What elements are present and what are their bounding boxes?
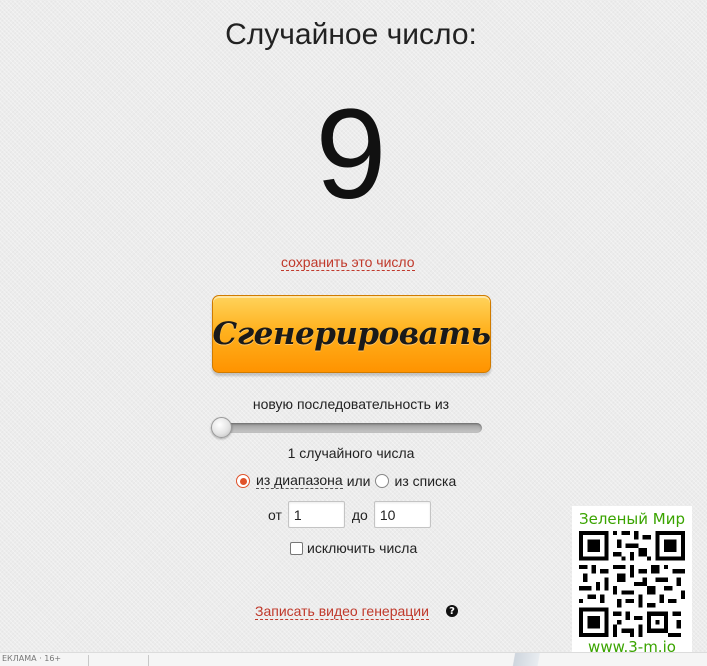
range-option-label[interactable]: из диапазона (256, 473, 343, 489)
help-icon[interactable]: ? (446, 605, 458, 617)
save-number-link[interactable]: сохранить это число (281, 255, 415, 271)
sequence-label: новую последовательность из (252, 396, 450, 412)
exclude-label[interactable]: исключить числа (307, 540, 417, 556)
exclude-option: исключить числа (290, 540, 417, 556)
count-slider-handle[interactable] (211, 417, 232, 438)
promo-title: Зеленый Мир (578, 510, 686, 528)
random-number: 9 (315, 83, 387, 226)
qr-code-icon (579, 531, 685, 637)
list-radio[interactable] (374, 474, 389, 488)
count-label: 1 случайного числа (287, 445, 415, 461)
from-label: от (268, 506, 282, 523)
generate-button[interactable]: Сгенерировать (212, 295, 491, 373)
ad-divider (88, 655, 89, 666)
from-input[interactable] (287, 501, 345, 528)
ad-label: ЕКЛАМА · 16+ (2, 654, 62, 663)
exclude-checkbox[interactable] (290, 541, 303, 555)
or-label: или (346, 473, 371, 489)
range-inputs: от до (268, 501, 431, 528)
to-label: до (351, 506, 368, 523)
to-input[interactable] (373, 501, 431, 528)
range-radio[interactable] (236, 474, 250, 488)
ad-strip[interactable]: ЕКЛАМА · 16+ (0, 652, 707, 666)
record-video-link[interactable]: Записать видео генерации (255, 604, 429, 620)
promo-banner[interactable]: Зеленый Мир www.3-m.io (572, 506, 692, 660)
ad-divider (148, 655, 149, 666)
ad-graphic (490, 653, 570, 666)
count-slider-track[interactable] (216, 423, 482, 433)
list-option-label[interactable]: из списка (395, 473, 457, 489)
result-title: Случайное число: (225, 18, 477, 51)
mode-selector: из диапазона или из списка (236, 472, 456, 490)
